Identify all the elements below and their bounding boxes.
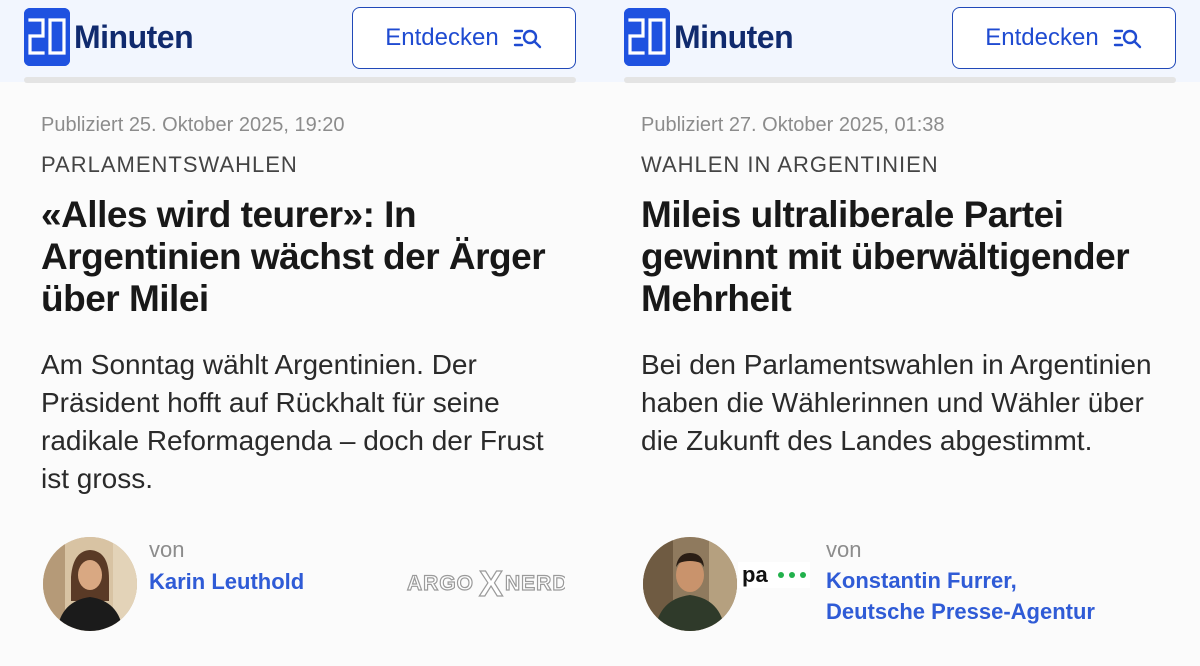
scroll-divider xyxy=(624,77,1176,83)
author-link[interactable]: Deutsche Presse-Agentur xyxy=(826,596,1095,627)
search-list-icon xyxy=(513,29,541,49)
discover-label: Entdecken xyxy=(385,24,499,51)
article-lead: Bei den Parlamentswahlen in Argentinien … xyxy=(641,349,1152,456)
publish-date: Publiziert 27. Oktober 2025, 01:38 xyxy=(641,114,945,136)
svg-text:X: X xyxy=(479,566,503,600)
article-card-left: Minuten Entdecken Publiziert 25. Oktober… xyxy=(0,0,600,666)
author-link[interactable]: Konstantin Furrer, xyxy=(826,565,1017,596)
site-header: Minuten Entdecken xyxy=(600,0,1200,82)
author-link[interactable]: Karin Leuthold xyxy=(149,566,304,597)
svg-text:NERD: NERD xyxy=(505,572,565,595)
publish-date: Publiziert 25. Oktober 2025, 19:20 xyxy=(41,114,345,136)
article-headline[interactable]: Mileis ultraliberale Partei gewinnt mit … xyxy=(641,194,1171,320)
author-avatar[interactable] xyxy=(643,537,737,631)
byline-prefix: von xyxy=(826,537,862,562)
brand-logo[interactable]: Minuten xyxy=(624,8,794,66)
site-header: Minuten Entdecken xyxy=(0,0,600,82)
article-kicker[interactable]: WAHLEN IN ARGENTINIEN xyxy=(641,152,939,178)
article-lead: Am Sonntag wählt Argentinien. Der Präsid… xyxy=(41,349,544,494)
article-kicker[interactable]: PARLAMENTSWAHLEN xyxy=(41,152,298,178)
brand-name: Minuten xyxy=(674,18,794,55)
brand-logo[interactable]: Minuten xyxy=(24,8,194,66)
dpa-dots-icon xyxy=(777,572,806,578)
article-headline[interactable]: «Alles wird teurer»: In Argentinien wäch… xyxy=(41,194,571,320)
author-avatar[interactable] xyxy=(43,537,137,631)
discover-button[interactable]: Entdecken xyxy=(952,7,1176,69)
logo-20-icon xyxy=(24,8,70,66)
search-list-icon xyxy=(1113,29,1141,49)
brand-name: Minuten xyxy=(74,18,194,55)
discover-label: Entdecken xyxy=(985,24,1099,51)
dpa-logo: pa xyxy=(738,562,810,588)
dpa-logo-text: pa xyxy=(742,562,768,587)
scroll-divider xyxy=(24,77,576,83)
argo-nerd-logo: ARGO X NERD xyxy=(405,562,568,605)
byline-prefix: von xyxy=(149,537,185,562)
logo-20-icon xyxy=(624,8,670,66)
discover-button[interactable]: Entdecken xyxy=(352,7,576,69)
svg-text:ARGO: ARGO xyxy=(407,572,474,595)
